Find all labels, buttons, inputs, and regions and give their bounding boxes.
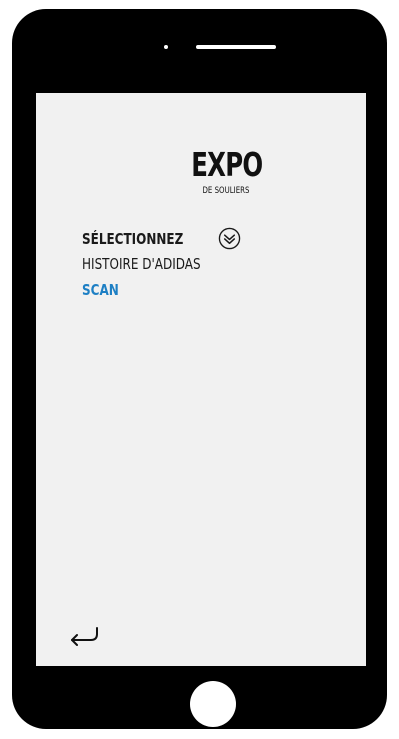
home-button[interactable]: [190, 681, 236, 727]
front-camera: [164, 45, 168, 49]
app-subtitle: DE SOULIERS: [202, 186, 250, 196]
app-screen: EXPO DE SOULIERS SÉLECTIONNEZ HISTOIRE D…: [36, 93, 366, 666]
chevron-double-down-circle-icon[interactable]: [218, 227, 241, 250]
return-arrow-icon[interactable]: [66, 624, 102, 646]
earpiece-speaker: [196, 45, 276, 49]
phone-frame: EXPO DE SOULIERS SÉLECTIONNEZ HISTOIRE D…: [12, 9, 387, 729]
app-title: EXPO: [191, 145, 263, 184]
menu-item-select[interactable]: SÉLECTIONNEZ: [82, 230, 183, 248]
menu-item-adidas-history[interactable]: HISTOIRE D'ADIDAS: [82, 255, 201, 273]
menu-item-scan[interactable]: SCAN: [82, 281, 119, 299]
